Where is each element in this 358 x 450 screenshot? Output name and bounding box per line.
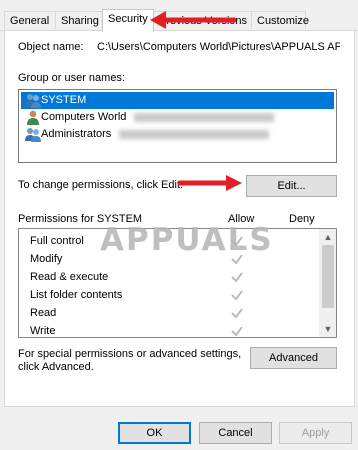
watermark-text: APPUALS xyxy=(100,222,274,258)
permission-row: List folder contents xyxy=(30,286,122,304)
advanced-button-label: Advanced xyxy=(269,352,318,364)
permission-name: Write xyxy=(30,325,56,337)
redacted-text xyxy=(119,129,270,139)
ok-button[interactable]: OK xyxy=(118,422,191,444)
cancel-button[interactable]: Cancel xyxy=(199,422,272,444)
edit-button-label: Edit... xyxy=(277,180,306,192)
tab-general-label: General xyxy=(10,15,50,27)
tab-customize-label: Customize xyxy=(257,15,309,27)
scroll-thumb[interactable] xyxy=(322,245,334,308)
scroll-up-icon[interactable]: ▲ xyxy=(320,229,336,245)
edit-button[interactable]: Edit... xyxy=(246,175,337,197)
list-item-system[interactable]: SYSTEM xyxy=(21,92,334,109)
permissions-scrollbar[interactable]: ▲ ▼ xyxy=(319,229,336,337)
list-item-computers-world[interactable]: Computers World xyxy=(21,109,334,126)
list-item-label: SYSTEM xyxy=(41,94,87,106)
list-item-administrators[interactable]: Administrators xyxy=(21,126,334,143)
tab-sharing[interactable]: Sharing xyxy=(55,11,103,29)
cancel-button-label: Cancel xyxy=(218,427,253,439)
permission-name: Read xyxy=(30,307,57,319)
permission-name: List folder contents xyxy=(30,289,123,301)
users-group-icon xyxy=(25,128,41,142)
allow-check-icon xyxy=(231,290,243,301)
tab-general[interactable]: General xyxy=(4,11,56,29)
tab-sharing-label: Sharing xyxy=(61,15,99,27)
object-name-label: Object name: xyxy=(18,41,84,53)
permission-row: Read xyxy=(30,304,56,322)
tab-security-label: Security xyxy=(108,13,148,25)
users-group-icon xyxy=(25,94,41,108)
deny-column-header: Deny xyxy=(289,213,315,225)
allow-check-icon xyxy=(231,308,243,319)
list-item-label: Computers World xyxy=(41,111,127,123)
annotation-arrow-edit xyxy=(177,175,242,191)
ok-button-label: OK xyxy=(146,427,163,439)
apply-button-label: Apply xyxy=(301,427,330,439)
allow-check-icon xyxy=(231,326,243,337)
tab-customize[interactable]: Customize xyxy=(251,11,309,29)
appuals-watermark: APPUALS xyxy=(100,222,274,258)
apply-button[interactable]: Apply xyxy=(279,422,352,444)
list-item-label: Administrators xyxy=(41,128,112,140)
allow-check-icon xyxy=(231,272,243,283)
permission-name: Read & execute xyxy=(30,271,109,283)
change-permissions-text: To change permissions, click Edit. xyxy=(18,179,184,191)
advanced-button[interactable]: Advanced xyxy=(250,347,337,369)
permission-row: Write xyxy=(30,322,56,337)
group-list[interactable]: SYSTEM Computers World Administrators xyxy=(18,89,337,163)
advanced-text-line1: For special permissions or advanced sett… xyxy=(18,348,242,360)
permission-row: Modify xyxy=(30,250,62,268)
group-names-label: Group or user names: xyxy=(18,72,125,84)
redacted-text xyxy=(134,112,275,122)
object-name-value: C:\Users\Computers World\Pictures\APPUAL… xyxy=(97,41,340,53)
permission-row: Read & execute xyxy=(30,268,108,286)
advanced-text-line2: click Advanced. xyxy=(18,361,94,373)
tab-security[interactable]: Security xyxy=(102,9,154,32)
scroll-down-icon[interactable]: ▼ xyxy=(320,321,336,337)
permission-name: Modify xyxy=(30,253,63,265)
annotation-arrow-security xyxy=(150,11,236,29)
permission-name: Full control xyxy=(30,235,84,247)
user-icon xyxy=(27,110,39,125)
permission-row: Full control xyxy=(30,232,84,250)
